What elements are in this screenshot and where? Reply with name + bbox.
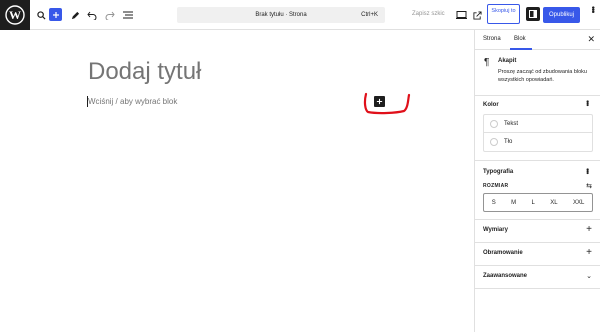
color-item-label: Tło	[504, 139, 513, 145]
save-draft-button[interactable]: Zapisz szkic	[412, 11, 445, 17]
tools-pencil-icon[interactable]	[67, 7, 83, 23]
device-preview-icon[interactable]	[453, 7, 469, 23]
panel-divider	[475, 288, 600, 289]
color-settings: Tekst Tło	[483, 114, 593, 152]
list-view-icon[interactable]	[120, 7, 136, 23]
size-option-xl[interactable]: XL	[550, 200, 557, 206]
tab-blok[interactable]: Blok	[514, 36, 526, 42]
sidebar-icon	[529, 10, 537, 18]
color-background-item[interactable]: Tło	[484, 133, 592, 151]
undo-icon[interactable]	[84, 7, 100, 23]
size-option-l[interactable]: L	[531, 200, 534, 206]
search-icon[interactable]	[33, 7, 49, 23]
editor-canvas	[0, 30, 474, 332]
size-option-s[interactable]: S	[492, 200, 496, 206]
block-inserter-button[interactable]	[49, 8, 62, 21]
red-annotation-mark	[363, 92, 411, 115]
block-name: Akapit	[498, 58, 517, 64]
border-panel-heading[interactable]: Obramowanie	[483, 250, 523, 256]
redo-icon[interactable]	[102, 7, 118, 23]
settings-toggle-button[interactable]	[526, 7, 540, 21]
font-size-picker: S M L XL XXL	[483, 193, 593, 212]
border-add-icon[interactable]: +	[586, 248, 592, 258]
preview-button[interactable]: Skopiuj to	[487, 4, 520, 24]
color-text-item[interactable]: Tekst	[484, 115, 592, 133]
editor-header: W Brak tytułu · Strona Ctrl+K Zapisz szk…	[0, 0, 600, 30]
wordpress-logo-icon[interactable]: W	[0, 0, 30, 30]
settings-sidebar: Strona Blok ✕ ¶ Akapit Proszę zacząć od …	[474, 30, 600, 332]
publish-button[interactable]: Opublikuj	[543, 7, 580, 23]
command-palette-bar[interactable]: Brak tytułu · Strona Ctrl+K	[177, 7, 385, 23]
svg-text:W: W	[9, 8, 21, 22]
typography-options-icon[interactable]: •••	[583, 168, 592, 173]
font-size-label: ROZMIAR	[483, 183, 509, 189]
paragraph-placeholder[interactable]: Wciśnij / aby wybrać blok	[88, 97, 177, 106]
custom-size-sliders-icon[interactable]: ⇆	[586, 182, 592, 190]
panel-divider	[475, 219, 600, 220]
typography-panel-heading: Typografia	[483, 169, 514, 175]
color-panel-heading: Kolor	[483, 102, 499, 108]
options-menu-icon[interactable]: •••	[588, 6, 598, 12]
document-title: Brak tytułu · Strona	[255, 12, 307, 18]
shortcut-hint: Ctrl+K	[361, 12, 378, 18]
size-option-xxl[interactable]: XXL	[573, 200, 584, 206]
view-external-icon[interactable]	[469, 7, 485, 23]
panel-divider	[475, 160, 600, 161]
panel-divider	[475, 242, 600, 243]
color-options-icon[interactable]: •••	[583, 100, 592, 105]
block-card: ¶ Akapit Proszę zacząć od zbudowania blo…	[475, 50, 600, 96]
size-option-m[interactable]: M	[511, 200, 516, 206]
sidebar-tabs: Strona Blok ✕	[475, 30, 600, 50]
color-swatch-icon	[490, 138, 498, 146]
color-item-label: Tekst	[504, 120, 519, 127]
advanced-panel-heading[interactable]: Zaawansowane	[483, 273, 527, 279]
dimensions-add-icon[interactable]: +	[586, 225, 592, 235]
dimensions-panel-heading[interactable]: Wymiary	[483, 227, 508, 233]
paragraph-icon: ¶	[484, 57, 490, 68]
panel-divider	[475, 265, 600, 266]
tab-strona[interactable]: Strona	[483, 36, 501, 42]
post-title-input[interactable]: Dodaj tytuł	[88, 58, 201, 86]
close-icon[interactable]: ✕	[587, 34, 595, 45]
color-swatch-icon	[490, 119, 498, 128]
chevron-down-icon[interactable]: ⌄	[586, 272, 592, 280]
block-description: Proszę zacząć od zbudowania bloku wszyst…	[498, 69, 587, 83]
